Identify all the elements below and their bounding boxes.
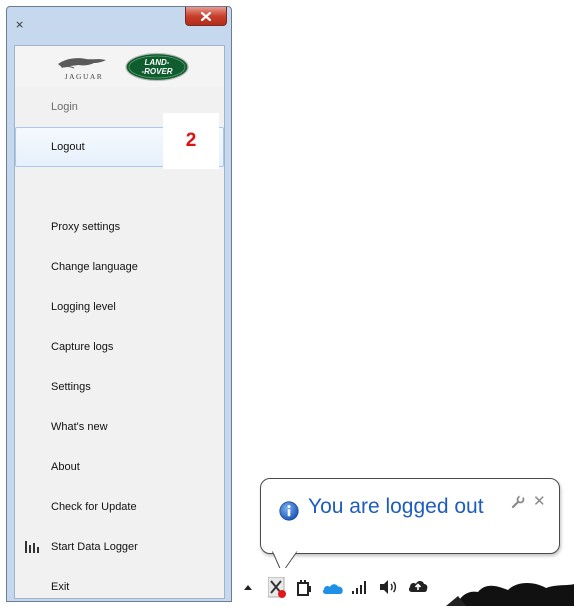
app-logo-icon: ⨯ [15,18,25,31]
jaguar-logo: JAGUAR [58,58,106,81]
menu-window: ⨯ JAGUAR LAND- -ROVER Login Logout Proxy… [6,6,232,602]
menu-item-label: Start Data Logger [51,541,138,553]
menu-item-capture-logs[interactable]: Capture logs [15,327,224,367]
menu-item-proxy-settings[interactable]: Proxy settings [15,207,224,247]
notification-message: You are logged out [308,495,484,518]
menu-item-label: Exit [51,581,70,593]
menu-item-change-language[interactable]: Change language [15,247,224,287]
show-hidden-icons-chevron-icon[interactable] [244,584,252,590]
menu-item-label: Settings [51,381,91,393]
close-icon [201,11,211,21]
menu-item-label: Logging level [51,301,116,313]
menu-item-whats-new[interactable]: What's new [15,407,224,447]
menu-item-label: Capture logs [51,341,114,353]
menu-item-label: Change language [51,261,138,273]
menu-item-about[interactable]: About [15,447,224,487]
land-rover-wordmark-line2: -ROVER [141,67,172,76]
menu-item-settings[interactable]: Settings [15,367,224,407]
land-rover-logo: LAND- -ROVER [125,52,189,82]
title-bar: ⨯ [7,7,231,45]
upload-cloud-icon[interactable] [408,578,428,594]
app-tray-icon[interactable] [268,577,288,599]
menu-item-label: Check for Update [51,501,137,513]
close-button[interactable] [185,7,227,26]
menu-item-label: Login [51,101,78,113]
wrench-icon[interactable] [511,495,525,509]
menu-item-check-for-update[interactable]: Check for Update [15,487,224,527]
menu-item-label: Proxy settings [51,221,121,233]
device-icon[interactable] [296,580,312,596]
bar-chart-icon [25,541,39,553]
menu-item-label: Logout [51,141,85,153]
menu-item-logging-level[interactable]: Logging level [15,287,224,327]
menu-item-label: About [51,461,80,473]
jaguar-wordmark: JAGUAR [65,72,104,81]
onedrive-cloud-icon[interactable] [322,583,344,595]
brand-logo-bar: JAGUAR LAND- -ROVER [15,46,224,88]
menu-item-exit[interactable]: Exit [15,567,224,607]
system-tray [238,568,574,606]
menu-item-start-data-logger[interactable]: Start Data Logger [15,527,224,567]
info-icon [279,501,299,521]
close-icon[interactable]: ✕ [533,493,546,509]
redacted-area [446,583,574,606]
land-rover-wordmark-line1: LAND- [145,58,170,67]
volume-icon[interactable] [379,579,397,595]
network-signal-icon[interactable] [352,580,368,594]
step-number-annotation: 2 [163,113,219,169]
notification-balloon[interactable]: You are logged out ✕ [260,478,560,554]
menu-item-label: What's new [51,421,108,433]
